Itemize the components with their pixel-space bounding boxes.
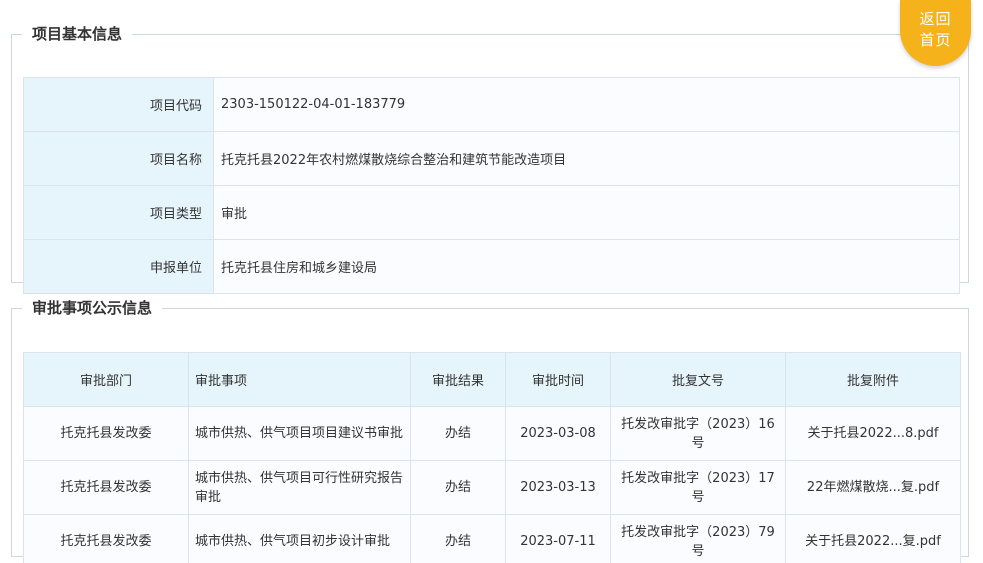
project-name-value: 托克托县2022年农村燃煤散烧综合整治和建筑节能改造项目 — [213, 131, 960, 186]
date-cell: 2023-07-11 — [505, 514, 611, 563]
info-label: 项目名称 — [23, 131, 214, 186]
project-type-value: 审批 — [213, 185, 960, 240]
dept-cell: 托克托县发改委 — [23, 514, 189, 563]
back-home-label: 返回首页 — [919, 10, 952, 49]
project-detail-page: 项目基本信息 项目代码 2303-150122-04-01-183779 项目名… — [0, 0, 983, 563]
approval-info-section: 审批事项公示信息 审批部门 审批事项 审批结果 审批时间 批复文号 批复附件 托… — [11, 297, 969, 563]
approval-table-header: 审批部门 审批事项 审批结果 审批时间 批复文号 批复附件 — [23, 352, 961, 407]
column-header-attachment: 批复附件 — [785, 352, 961, 407]
attachment-link[interactable]: 22年燃煤散烧...复.pdf — [785, 460, 961, 515]
result-cell: 办结 — [410, 406, 506, 461]
basic-info-title: 项目基本信息 — [32, 25, 123, 43]
doc-no-cell: 托发改审批字（2023）16号 — [610, 406, 786, 461]
column-header-result: 审批结果 — [410, 352, 506, 407]
column-header-date: 审批时间 — [505, 352, 611, 407]
column-header-doc-no: 批复文号 — [610, 352, 786, 407]
info-label: 申报单位 — [23, 239, 214, 294]
basic-info-table: 项目代码 2303-150122-04-01-183779 项目名称 托克托县2… — [23, 77, 960, 294]
item-cell: 城市供热、供气项目初步设计审批 — [188, 514, 411, 563]
item-cell: 城市供热、供气项目项目建议书审批 — [188, 406, 411, 461]
table-row: 托克托县发改委 城市供热、供气项目项目建议书审批 办结 2023-03-08 托… — [23, 406, 961, 461]
info-row-code: 项目代码 2303-150122-04-01-183779 — [23, 77, 960, 132]
column-header-dept: 审批部门 — [23, 352, 189, 407]
result-cell: 办结 — [410, 460, 506, 515]
attachment-link[interactable]: 关于托县2022...8.pdf — [785, 406, 961, 461]
info-label: 项目类型 — [23, 185, 214, 240]
basic-info-section: 项目基本信息 项目代码 2303-150122-04-01-183779 项目名… — [11, 23, 969, 294]
doc-no-cell: 托发改审批字（2023）17号 — [610, 460, 786, 515]
info-row-type: 项目类型 审批 — [23, 185, 960, 240]
approval-table: 审批部门 审批事项 审批结果 审批时间 批复文号 批复附件 托克托县发改委 城市… — [23, 352, 961, 563]
attachment-link[interactable]: 关于托县2022...复.pdf — [785, 514, 961, 563]
result-cell: 办结 — [410, 514, 506, 563]
doc-no-cell: 托发改审批字（2023）79号 — [610, 514, 786, 563]
applicant-value: 托克托县住房和城乡建设局 — [213, 239, 960, 294]
info-label: 项目代码 — [23, 77, 214, 132]
approval-info-title: 审批事项公示信息 — [32, 299, 153, 317]
project-code-value: 2303-150122-04-01-183779 — [213, 77, 960, 132]
info-row-name: 项目名称 托克托县2022年农村燃煤散烧综合整治和建筑节能改造项目 — [23, 131, 960, 186]
table-row: 托克托县发改委 城市供热、供气项目可行性研究报告审批 办结 2023-03-13… — [23, 460, 961, 515]
info-row-applicant: 申报单位 托克托县住房和城乡建设局 — [23, 239, 960, 294]
dept-cell: 托克托县发改委 — [23, 406, 189, 461]
item-cell: 城市供热、供气项目可行性研究报告审批 — [188, 460, 411, 515]
table-row: 托克托县发改委 城市供热、供气项目初步设计审批 办结 2023-07-11 托发… — [23, 514, 961, 563]
dept-cell: 托克托县发改委 — [23, 460, 189, 515]
column-header-item: 审批事项 — [188, 352, 411, 407]
date-cell: 2023-03-08 — [505, 406, 611, 461]
date-cell: 2023-03-13 — [505, 460, 611, 515]
